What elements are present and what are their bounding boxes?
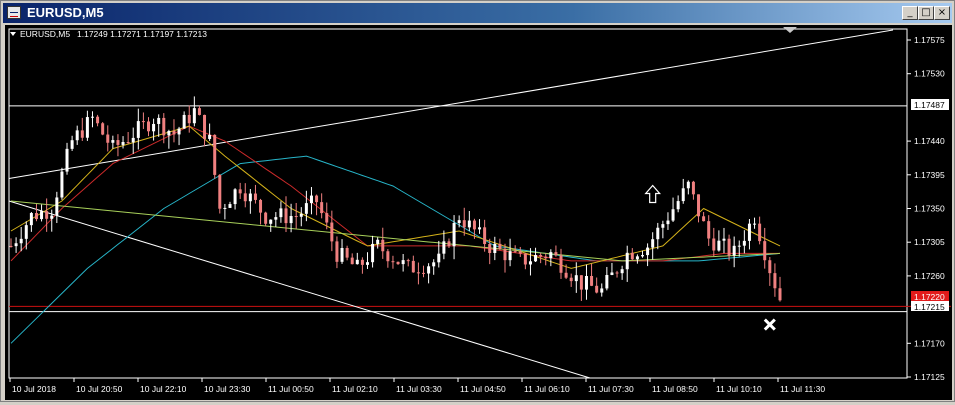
time-tick-label: 10 Jul 2018 (12, 384, 56, 394)
price-tick-label: 1.17440 (914, 136, 945, 146)
chart-area[interactable]: 1.17575 1.17530 1.17440 1.17395 1.17350 1.173… (5, 25, 952, 400)
time-tick-label: 10 Jul 22:10 (140, 384, 187, 394)
hline-price-label: 1.17487 (911, 99, 949, 110)
title-bar[interactable]: EURUSD,M5 _ □ × (3, 3, 952, 23)
chart-canvas[interactable]: 1.17575 1.17530 1.17440 1.17395 1.17350 1.173… (5, 25, 952, 400)
time-tick-label: 11 Jul 00:50 (268, 384, 314, 394)
candle (101, 122, 105, 136)
time-tick-label: 11 Jul 07:30 (588, 384, 634, 394)
time-tick-label: 11 Jul 04:50 (460, 384, 506, 394)
minimize-button[interactable]: _ (902, 6, 918, 20)
price-tick-label: 1.17530 (914, 69, 945, 79)
ask-price-label: 1.17215 (911, 301, 949, 312)
svg-text:1.17215: 1.17215 (914, 302, 945, 312)
price-tick-label: 1.17125 (914, 372, 945, 382)
window-title: EURUSD,M5 (27, 5, 104, 20)
time-tick-label: 10 Jul 23:30 (204, 384, 251, 394)
time-tick-label: 11 Jul 02:10 (332, 384, 378, 394)
candle (213, 134, 217, 179)
time-tick-label: 11 Jul 10:10 (716, 384, 762, 394)
time-tick-label: 11 Jul 03:30 (396, 384, 442, 394)
symbol-label: EURUSD,M5 (20, 29, 70, 39)
candle (60, 167, 64, 200)
close-button[interactable]: × (934, 6, 950, 20)
time-tick-label: 11 Jul 08:50 (652, 384, 698, 394)
price-tick-label: 1.17575 (914, 35, 945, 45)
price-tick-label: 1.17305 (914, 237, 945, 247)
chart-window: EURUSD,M5 _ □ × 1.17575 1.17530 1.17440 1.1… (0, 0, 955, 402)
svg-text:1.17220: 1.17220 (914, 292, 945, 302)
candle (218, 174, 222, 214)
time-tick-label: 11 Jul 11:30 (780, 384, 825, 394)
price-tick-label: 1.17170 (914, 338, 945, 348)
price-tick-label: 1.17260 (914, 271, 945, 281)
time-tick-label: 10 Jul 20:50 (76, 384, 123, 394)
maximize-button[interactable]: □ (918, 6, 934, 20)
bid-price-label: 1.17220 (911, 291, 949, 302)
price-tick-label: 1.17395 (914, 170, 945, 180)
chart-window-icon (7, 6, 21, 19)
time-tick-label: 11 Jul 06:10 (524, 384, 570, 394)
price-tick-label: 1.17350 (914, 204, 945, 214)
svg-text:1.17487: 1.17487 (914, 100, 945, 110)
ohlc-readout: 1.17249 1.17271 1.17197 1.17213 (77, 29, 207, 39)
